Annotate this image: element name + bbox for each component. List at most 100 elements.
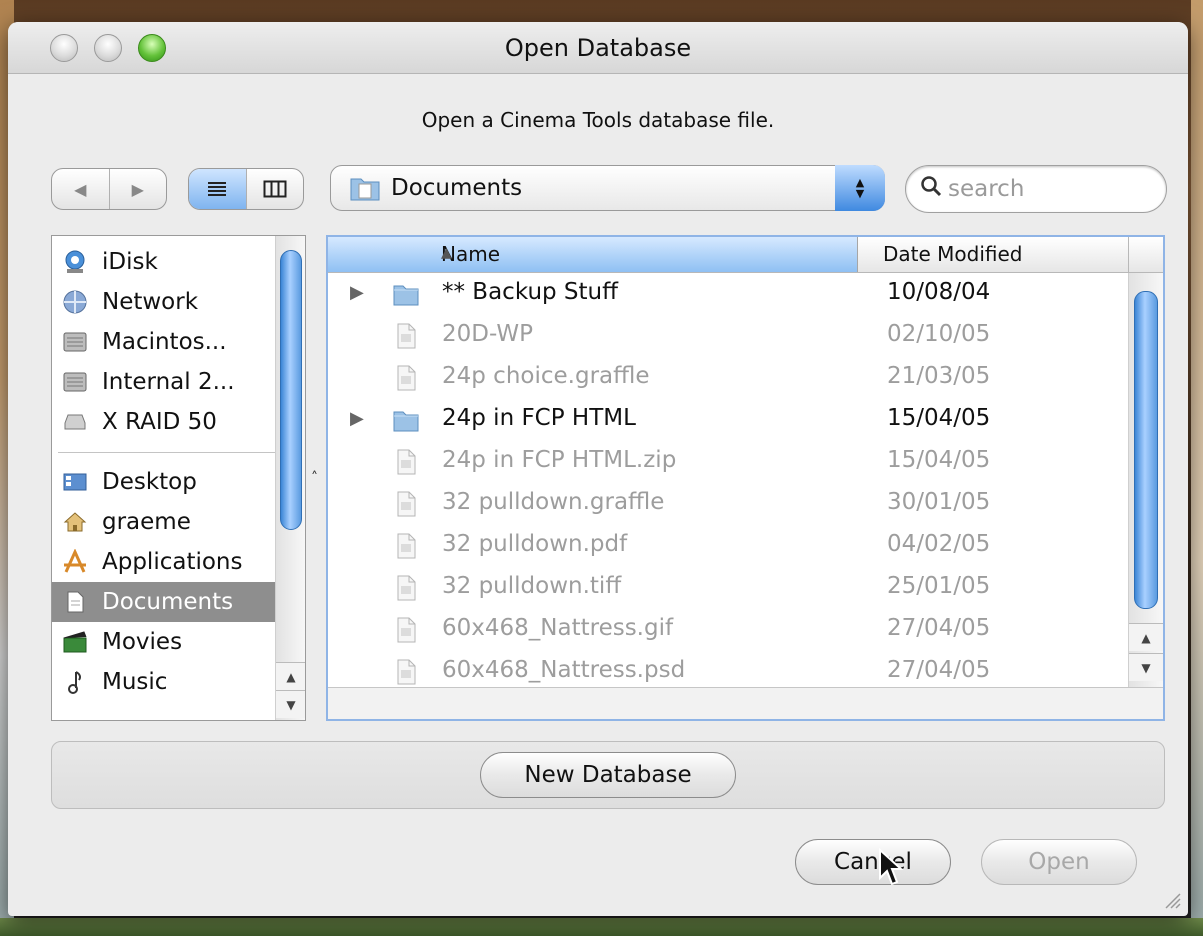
disclosure-triangle-icon[interactable]: ▶ — [350, 408, 364, 429]
drive-icon — [62, 409, 88, 435]
file-date: 27/04/05 — [887, 615, 991, 641]
file-name: 60x468_Nattress.psd — [442, 657, 686, 683]
file-name: 20D-WP — [442, 321, 533, 347]
new-database-button[interactable]: New Database — [480, 752, 736, 798]
sidebar: iDisk Network Macintos... Internal 2... … — [51, 235, 306, 721]
sidebar-item-label: graeme — [102, 509, 191, 535]
sidebar-item-music[interactable]: Music — [52, 662, 305, 702]
file-name: 24p in FCP HTML — [442, 405, 636, 431]
sidebar-item-label: X RAID 50 — [102, 409, 217, 435]
resize-grip-icon[interactable] — [1160, 888, 1182, 910]
sidebar-item-label: Music — [102, 669, 168, 695]
sidebar-item-label: Movies — [102, 629, 183, 655]
folder-icon — [350, 178, 380, 201]
music-icon — [62, 669, 88, 695]
scroll-up-arrow-icon[interactable]: ▲ — [1129, 623, 1163, 651]
search-icon — [920, 175, 942, 203]
history-nav: ◀ ▶ — [51, 168, 167, 210]
scroll-down-arrow-icon[interactable]: ▼ — [276, 690, 305, 718]
file-name: 24p in FCP HTML.zip — [442, 447, 677, 473]
sidebar-item-label: Internal 2... — [102, 369, 235, 395]
scroll-up-arrow-icon[interactable]: ▲ — [276, 662, 305, 690]
file-date: 21/03/05 — [887, 363, 991, 389]
backdrop-bottom — [0, 918, 1203, 936]
file-row[interactable]: 60x468_Nattress.gif 27/04/05 — [328, 609, 1128, 651]
search-field[interactable] — [905, 165, 1167, 213]
sidebar-item-label: Documents — [102, 589, 234, 615]
disclosure-triangle-icon[interactable]: ▶ — [350, 282, 364, 303]
file-row[interactable]: ▶ ** Backup Stuff 10/08/04 — [328, 273, 1128, 315]
forward-arrow-icon: ▶ — [131, 179, 144, 199]
file-date: 15/04/05 — [887, 447, 991, 473]
sidebar-item-label: iDisk — [102, 249, 158, 275]
sidebar-item-movies[interactable]: Movies — [52, 622, 305, 662]
idisk-icon — [62, 249, 88, 275]
file-list-scroll-thumb[interactable] — [1134, 291, 1158, 609]
open-button[interactable]: Open — [981, 839, 1137, 885]
file-row[interactable]: ▶ 24p in FCP HTML 15/04/05 — [328, 399, 1128, 441]
sidebar-scroll-thumb[interactable] — [280, 250, 302, 530]
file-icon — [397, 491, 416, 517]
sidebar-item-internal-2[interactable]: Internal 2... — [52, 362, 305, 402]
sidebar-item-applications[interactable]: Applications — [52, 542, 305, 582]
desktop-icon — [62, 469, 88, 495]
file-name: 60x468_Nattress.gif — [442, 615, 674, 641]
file-browser: Name ▲ Date Modified ▶ ** Backup Stuff 10/… — [326, 235, 1165, 721]
file-date: 25/01/05 — [887, 573, 991, 599]
column-divider — [1128, 237, 1129, 272]
sidebar-item-label: Macintos... — [102, 329, 227, 355]
mouse-pointer-icon — [879, 848, 904, 886]
folder-icon — [393, 411, 419, 432]
accessory-panel: New Database — [51, 741, 1165, 809]
file-icon — [397, 365, 416, 391]
cancel-button[interactable]: Cancel — [795, 839, 951, 885]
file-name: 32 pulldown.graffle — [442, 489, 665, 515]
search-input[interactable] — [946, 175, 1126, 203]
hard-disk-icon — [62, 329, 88, 355]
file-row[interactable]: 20D-WP 02/10/05 — [328, 315, 1128, 357]
list-view-button[interactable] — [189, 169, 246, 209]
sidebar-item-idisk[interactable]: iDisk — [52, 242, 305, 282]
network-icon — [62, 289, 88, 315]
sidebar-item-home[interactable]: graeme — [52, 502, 305, 542]
sidebar-item-x-raid[interactable]: X RAID 50 — [52, 402, 305, 442]
file-row[interactable]: 32 pulldown.graffle 30/01/05 — [328, 483, 1128, 525]
back-button[interactable]: ◀ — [52, 169, 109, 209]
file-row[interactable]: 32 pulldown.tiff 25/01/05 — [328, 567, 1128, 609]
file-list-scrollbar[interactable]: ▲ ▼ — [1128, 273, 1163, 687]
forward-button[interactable]: ▶ — [108, 169, 167, 209]
splitter-handle[interactable]: ˄ — [311, 470, 318, 486]
file-name: 32 pulldown.tiff — [442, 573, 622, 599]
column-header-date[interactable]: Date Modified — [883, 242, 1023, 266]
sidebar-item-documents[interactable]: Documents — [52, 582, 305, 622]
popup-arrows-icon: ▲ ▼ — [835, 165, 885, 211]
file-name: 32 pulldown.pdf — [442, 531, 628, 557]
file-row[interactable]: 32 pulldown.pdf 04/02/05 — [328, 525, 1128, 567]
dialog-message: Open a Cinema Tools database file. — [421, 108, 775, 132]
scroll-down-arrow-icon[interactable]: ▼ — [1129, 653, 1163, 681]
sidebar-item-label: Network — [102, 289, 199, 315]
file-icon — [397, 575, 416, 601]
file-row[interactable]: 24p in FCP HTML.zip 15/04/05 — [328, 441, 1128, 483]
sidebar-scrollbar[interactable]: ▲ ▼ — [275, 236, 305, 720]
file-name: 24p choice.graffle — [442, 363, 650, 389]
open-database-dialog: Open Database Open a Cinema Tools databa… — [8, 22, 1188, 916]
column-header-name[interactable]: Name ▲ — [328, 237, 858, 272]
sidebar-item-macintosh-hd[interactable]: Macintos... — [52, 322, 305, 362]
sidebar-item-network[interactable]: Network — [52, 282, 305, 322]
file-icon — [397, 323, 416, 349]
file-icon — [397, 617, 416, 643]
location-popup[interactable]: Documents ▲ ▼ — [330, 165, 885, 211]
column-header: Name ▲ Date Modified — [328, 237, 1163, 273]
file-date: 10/08/04 — [887, 279, 991, 305]
sidebar-item-desktop[interactable]: Desktop — [52, 462, 305, 502]
column-view-button[interactable] — [245, 169, 304, 209]
file-row[interactable]: 24p choice.graffle 21/03/05 — [328, 357, 1128, 399]
file-date: 30/01/05 — [887, 489, 991, 515]
applications-icon — [62, 549, 88, 575]
file-list: ▶ ** Backup Stuff 10/08/04 20D-WP 02/10/05 24… — [328, 273, 1128, 693]
sidebar-item-label: Desktop — [102, 469, 197, 495]
sidebar-divider — [58, 452, 297, 453]
horizontal-scrollbar[interactable] — [328, 687, 1163, 719]
document-icon — [62, 589, 88, 615]
